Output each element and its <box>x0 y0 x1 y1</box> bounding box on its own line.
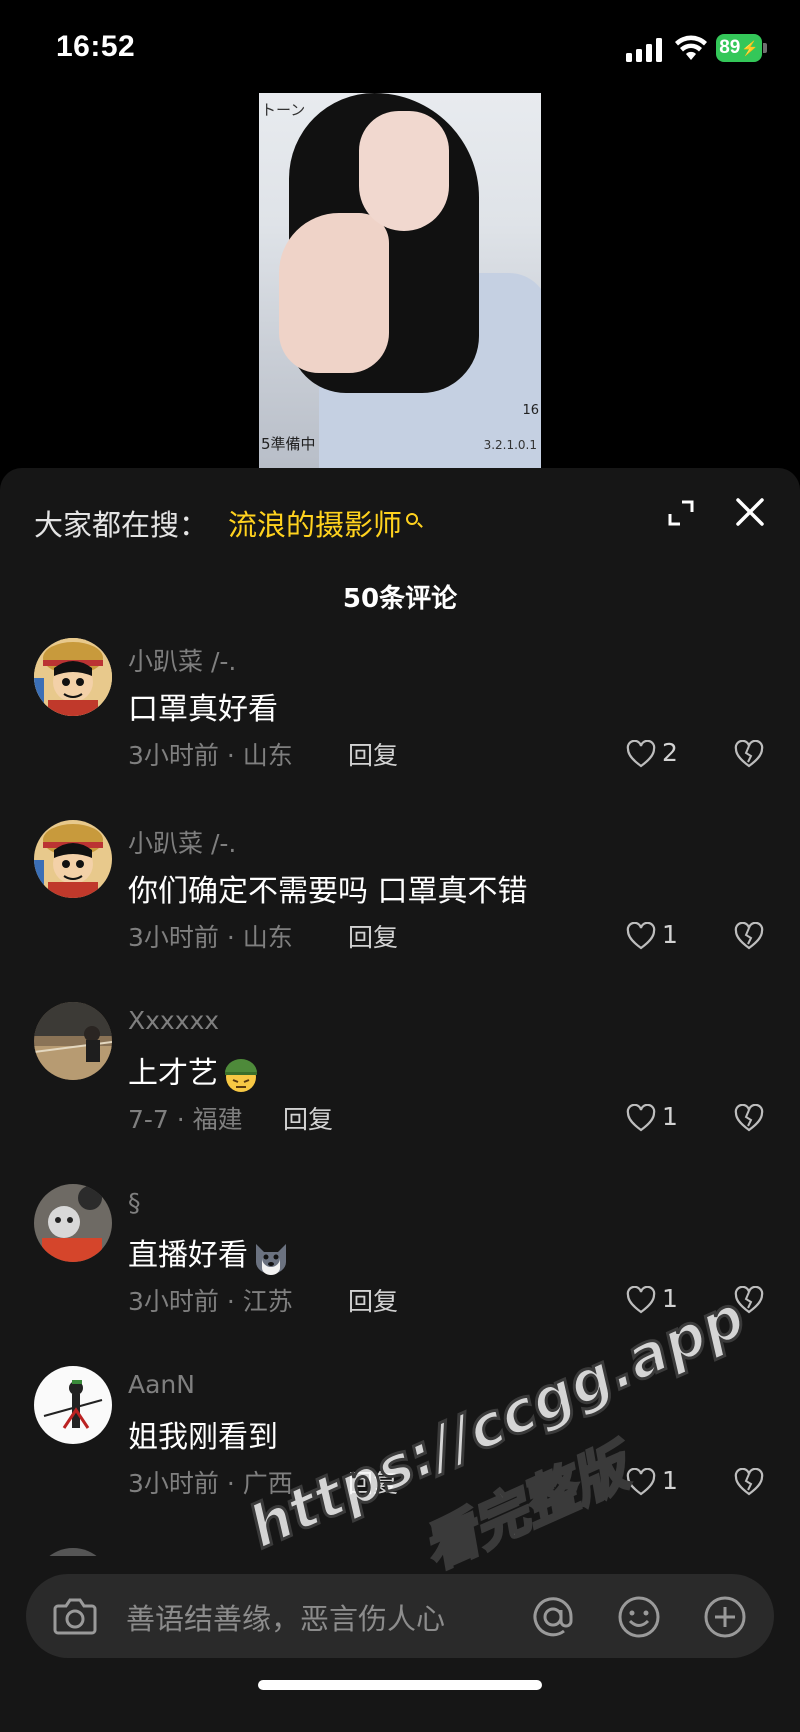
comment-text-content: 上才艺 <box>128 1056 218 1091</box>
comment-meta: 3小时前 · 广西 <box>128 1469 293 1498</box>
camera-icon[interactable] <box>52 1594 98 1638</box>
plus-icon[interactable] <box>702 1594 748 1640</box>
status-bar: 16:52 89 ⚡ <box>0 0 800 92</box>
close-icon[interactable] <box>734 496 766 528</box>
reply-button[interactable]: 回复 <box>348 1464 398 1500</box>
search-suggestion-keyword[interactable]: 流浪的摄影师 <box>228 508 402 542</box>
comment-meta: 3小时前 · 山东 <box>128 923 293 952</box>
comment-username[interactable]: § <box>128 1188 141 1217</box>
reply-button[interactable]: 回复 <box>283 1100 333 1136</box>
video-thumbnail[interactable]: トーン 16 5準備中 3.2.1.0.1 <box>259 93 541 468</box>
video-overlay-text: 3.2.1.0.1 <box>483 438 537 452</box>
heart-icon <box>626 1468 656 1496</box>
like-button[interactable]: 2 <box>626 738 696 772</box>
video-overlay-text: 5準備中 <box>261 435 316 453</box>
dislike-icon[interactable] <box>734 922 764 950</box>
dislike-icon[interactable] <box>734 740 764 768</box>
search-icon <box>406 513 419 525</box>
comment-text-content: 直播好看 <box>128 1238 248 1273</box>
like-count: 1 <box>662 1284 678 1313</box>
expand-icon[interactable] <box>666 498 696 528</box>
comment-input[interactable]: 善语结善缘，恶言伤人心 <box>26 1574 774 1658</box>
comment-meta: 7-7 · 福建 <box>128 1105 243 1134</box>
search-suggestion[interactable]: 大家都在搜： 流浪的摄影师 <box>34 502 419 544</box>
reply-button[interactable]: 回复 <box>348 736 398 772</box>
comment-item: § 直播好看 3小时前 · 江苏 回复 1 <box>0 1184 800 1366</box>
like-count: 1 <box>662 1466 678 1495</box>
like-count: 1 <box>662 920 678 949</box>
like-button[interactable]: 1 <box>626 1466 696 1500</box>
signal-icon <box>626 38 664 62</box>
like-count: 1 <box>662 1102 678 1131</box>
like-button[interactable]: 1 <box>626 1102 696 1136</box>
comment-username[interactable]: 小趴菜 /-. <box>128 824 236 860</box>
wifi-icon <box>675 35 707 60</box>
husky-emoji-icon <box>252 1238 290 1276</box>
comment-username[interactable]: 小趴菜 /-. <box>128 642 236 678</box>
search-suggestion-prefix: 大家都在搜： <box>34 508 209 542</box>
comment-username[interactable]: Xxxxxx <box>128 1006 219 1035</box>
reply-button[interactable]: 回复 <box>348 1282 398 1318</box>
avatar[interactable] <box>34 638 112 716</box>
comment-text: 口罩真好看 <box>128 692 278 727</box>
avatar[interactable] <box>34 1366 112 1444</box>
comment-text: 直播好看 <box>128 1230 290 1276</box>
dislike-icon[interactable] <box>734 1468 764 1496</box>
comment-item: Xxxxxx 上才艺 7-7 · 福建 回复 1 <box>0 1002 800 1184</box>
battery-level: 89 <box>719 37 741 58</box>
input-placeholder[interactable]: 善语结善缘，恶言伤人心 <box>126 1596 445 1638</box>
comment-text: 姐我刚看到 <box>128 1420 278 1455</box>
comment-text: 上才艺 <box>128 1048 260 1094</box>
dislike-icon[interactable] <box>734 1286 764 1314</box>
reply-button[interactable]: 回复 <box>348 918 398 954</box>
home-indicator[interactable] <box>258 1680 542 1690</box>
comment-item: 小趴菜 /-. 你们确定不需要吗 口罩真不错 3小时前 · 山东 回复 1 <box>0 820 800 1002</box>
avatar[interactable] <box>34 820 112 898</box>
dislike-icon[interactable] <box>734 1104 764 1132</box>
comment-item: AanN 姐我刚看到 3小时前 · 广西 回复 1 <box>0 1366 800 1548</box>
comment-meta: 3小时前 · 山东 <box>128 741 293 770</box>
like-button[interactable]: 1 <box>626 1284 696 1318</box>
status-time: 16:52 <box>56 30 136 63</box>
like-button[interactable]: 1 <box>626 920 696 954</box>
like-count: 2 <box>662 738 678 767</box>
comment-sheet: 大家都在搜： 流浪的摄影师 50条评论 小趴菜 /-. 口罩真好看 3小时前 · … <box>0 468 800 1732</box>
comment-item: 小趴菜 /-. 口罩真好看 3小时前 · 山东 回复 2 <box>0 638 800 820</box>
video-figure-face <box>359 111 449 231</box>
comment-text: 你们确定不需要吗 口罩真不错 <box>128 874 528 909</box>
at-icon[interactable] <box>530 1594 576 1640</box>
army-helmet-emoji-icon <box>222 1056 260 1094</box>
video-figure-shoulder <box>279 213 389 373</box>
avatar[interactable] <box>34 1002 112 1080</box>
comment-input-bar: 善语结善缘，恶言伤人心 <box>0 1556 800 1732</box>
heart-icon <box>626 922 656 950</box>
battery-icon: 89 ⚡ <box>716 34 767 62</box>
heart-icon <box>626 1104 656 1132</box>
avatar[interactable] <box>34 1184 112 1262</box>
smile-icon[interactable] <box>616 1594 662 1640</box>
comment-username[interactable]: AanN <box>128 1370 195 1399</box>
heart-icon <box>626 740 656 768</box>
heart-icon <box>626 1286 656 1314</box>
video-overlay-text: 16 <box>522 403 539 418</box>
video-overlay-text: トーン <box>261 101 306 119</box>
comment-count: 50条评论 <box>342 584 458 614</box>
comment-meta: 3小时前 · 江苏 <box>128 1287 293 1316</box>
